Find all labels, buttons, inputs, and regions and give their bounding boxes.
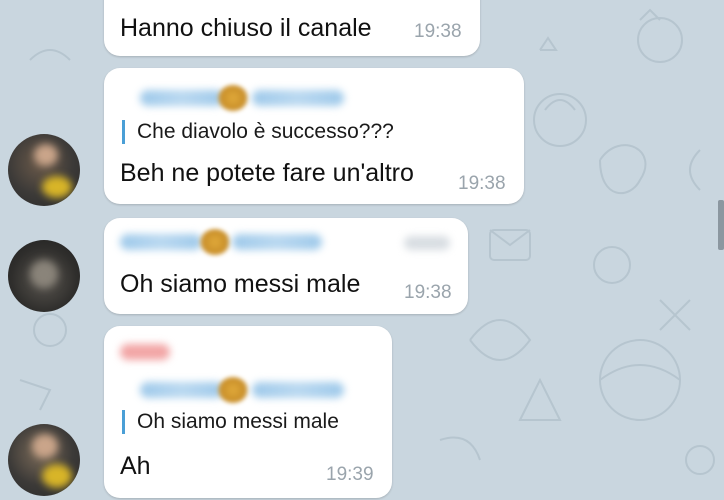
- message-time: 19:38: [404, 282, 452, 303]
- reply-quote[interactable]: Oh siamo messi male: [122, 410, 339, 434]
- blurred-sender-name: [232, 234, 322, 250]
- blurred-sender-name: [120, 344, 170, 360]
- blurred-emoji: [218, 377, 248, 403]
- message-bubble[interactable]: Oh siamo messi male Ah 19:39: [104, 326, 392, 498]
- sender-avatar[interactable]: [8, 424, 80, 496]
- blurred-emoji: [218, 85, 248, 111]
- reply-quote-text: Oh siamo messi male: [137, 410, 339, 433]
- avatar-shirt-blob: [42, 464, 72, 488]
- sender-avatar[interactable]: [8, 240, 80, 312]
- message-text: Ah: [120, 452, 151, 480]
- message-time: 19:38: [414, 21, 462, 42]
- blurred-sender-name: [252, 382, 344, 398]
- message-bubble[interactable]: Oh siamo messi male 19:38: [104, 218, 468, 314]
- blurred-sender-name: [140, 90, 224, 106]
- blurred-admin-label: [404, 236, 450, 250]
- avatar-shirt-blob: [42, 176, 72, 198]
- avatar-face-blob: [32, 434, 58, 458]
- reply-quote[interactable]: Che diavolo è successo???: [122, 120, 394, 144]
- avatar-face-blob: [30, 260, 58, 288]
- blurred-sender-name: [140, 382, 224, 398]
- avatar-face-blob: [34, 144, 58, 166]
- scrollbar-thumb[interactable]: [718, 200, 724, 250]
- message-bubble[interactable]: Hanno chiuso il canale 19:38: [104, 0, 480, 56]
- message-text: Hanno chiuso il canale: [120, 14, 372, 42]
- message-text: Beh ne potete fare un'altro: [120, 159, 414, 187]
- blurred-emoji: [200, 229, 230, 255]
- message-time: 19:39: [326, 464, 374, 485]
- reply-quote-text: Che diavolo è successo???: [137, 120, 394, 143]
- message-bubble[interactable]: Che diavolo è successo??? Beh ne potete …: [104, 68, 524, 204]
- blurred-sender-name: [252, 90, 344, 106]
- message-time: 19:38: [458, 173, 506, 194]
- blurred-sender-name: [120, 234, 202, 250]
- sender-avatar[interactable]: [8, 134, 80, 206]
- message-text: Oh siamo messi male: [120, 270, 361, 298]
